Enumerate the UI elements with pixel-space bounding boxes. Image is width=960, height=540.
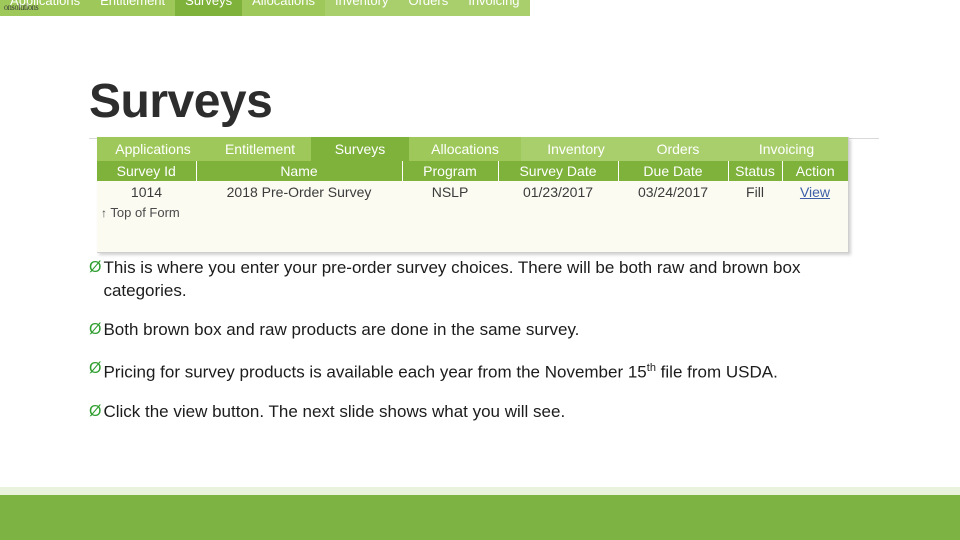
column-header-due-date[interactable]: Due Date: [618, 161, 729, 181]
bullet-list: Ø This is where you enter your pre-order…: [89, 256, 879, 439]
bullet-marker-icon: Ø: [89, 321, 102, 338]
list-item: Ø Pricing for survey products is availab…: [89, 357, 879, 384]
cell-survey-date: 01/23/2017: [498, 181, 618, 202]
bullet-marker-icon: Ø: [89, 360, 102, 377]
screenshot-nav: Applications Entitlement Surveys Allocat…: [97, 137, 848, 161]
column-header-survey-id[interactable]: Survey Id: [97, 161, 197, 181]
top-nav-item-orders[interactable]: Orders: [398, 0, 459, 16]
top-nav-strip: Applications Entitlement Surveys Allocat…: [0, 0, 960, 16]
cell-survey-id: 1014: [97, 181, 196, 202]
list-item: Ø This is where you enter your pre-order…: [89, 256, 879, 302]
screenshot-nav-item-orders[interactable]: Orders: [631, 137, 725, 161]
view-link[interactable]: View: [800, 184, 830, 200]
bullet-text-superscript: th: [646, 362, 656, 374]
column-header-status[interactable]: Status: [728, 161, 783, 181]
embedded-screenshot: Applications Entitlement Surveys Allocat…: [97, 137, 849, 253]
bullet-text-post: file from USDA.: [655, 362, 778, 382]
column-header-program[interactable]: Program: [402, 161, 499, 181]
cell-action: View: [782, 181, 848, 202]
table-header-row: Survey Id Name Program Survey Date Due D…: [97, 161, 848, 181]
bullet-text-pre: Both brown box and raw products are done…: [103, 320, 580, 339]
screenshot-nav-item-surveys[interactable]: Surveys: [311, 137, 409, 161]
column-header-name[interactable]: Name: [196, 161, 403, 181]
top-nav-item-allocations[interactable]: Allocations: [242, 0, 325, 16]
column-header-action[interactable]: Action: [782, 161, 848, 181]
bullet-text-pre: Click the view button. The next slide sh…: [103, 401, 566, 421]
screenshot-nav-item-inventory[interactable]: Inventory: [521, 137, 631, 161]
cell-name: 2018 Pre-Order Survey: [196, 181, 402, 202]
bullet-text: This is where you enter your pre-order s…: [103, 256, 879, 302]
top-of-form-label: Top of Form: [110, 205, 180, 220]
top-nav-item-surveys[interactable]: Surveys: [175, 0, 243, 16]
list-item: Ø Click the view button. The next slide …: [89, 400, 879, 423]
bottom-accent-bar: [0, 495, 960, 540]
bullet-marker-icon: Ø: [89, 259, 102, 276]
top-nav-item-inventory[interactable]: Inventory: [325, 0, 399, 16]
top-nav-item-entitlement[interactable]: Entitlement: [90, 0, 176, 16]
surveys-table: Survey Id Name Program Survey Date Due D…: [97, 161, 848, 202]
cell-program: NSLP: [402, 181, 498, 202]
bullet-text-pre: This is where you enter your pre-order s…: [103, 258, 801, 300]
logo-text: onsolutions: [4, 2, 39, 12]
list-item: Ø Both brown box and raw products are do…: [89, 318, 879, 341]
column-header-survey-date[interactable]: Survey Date: [498, 161, 619, 181]
bullet-text: Click the view button. The next slide sh…: [103, 400, 879, 423]
cell-due-date: 03/24/2017: [618, 181, 728, 202]
bullet-text: Both brown box and raw products are done…: [103, 318, 879, 341]
bullet-marker-icon: Ø: [89, 402, 102, 420]
up-arrow-icon: ↑: [101, 206, 107, 220]
bottom-accent-light: [0, 487, 960, 495]
page-title: Surveys: [89, 75, 273, 128]
table-row: 1014 2018 Pre-Order Survey NSLP 01/23/20…: [97, 181, 848, 202]
bullet-text: Pricing for survey products is available…: [103, 357, 879, 384]
top-nav-item-invoicing[interactable]: Invoicing: [458, 0, 530, 16]
screenshot-nav-item-invoicing[interactable]: Invoicing: [725, 137, 848, 161]
screenshot-nav-item-entitlement[interactable]: Entitlement: [209, 137, 311, 161]
top-of-form-anchor[interactable]: ↑ Top of Form: [101, 205, 180, 220]
bullet-text-pre: Pricing for survey products is available…: [103, 362, 647, 382]
screenshot-nav-item-allocations[interactable]: Allocations: [409, 137, 521, 161]
cell-status: Fill: [728, 181, 782, 202]
screenshot-nav-item-applications[interactable]: Applications: [97, 137, 209, 161]
